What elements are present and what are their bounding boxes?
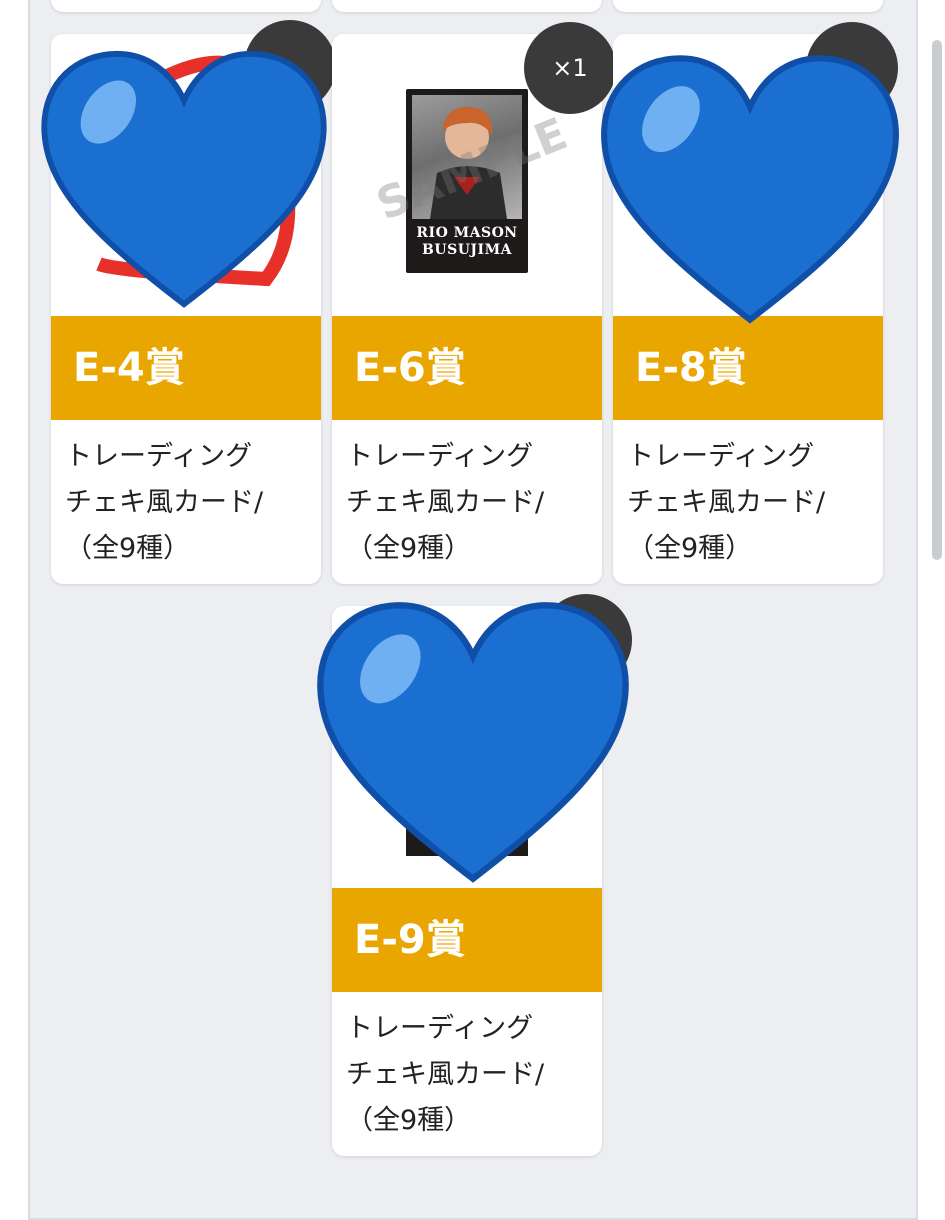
prize-description: トレーディング チェキ風カード/ （全9種） bbox=[346, 1013, 545, 1136]
blue-heart-icon bbox=[41, 50, 327, 308]
card-stub bbox=[51, 0, 321, 12]
card-stub bbox=[613, 0, 883, 12]
prize-label: E-4賞 bbox=[51, 316, 321, 420]
scrollbar[interactable] bbox=[932, 40, 942, 560]
prize-label: E-6賞 bbox=[332, 316, 602, 420]
prize-description: トレーディング チェキ風カード/ （全9種） bbox=[627, 441, 826, 564]
prize-label: E-8賞 bbox=[613, 316, 883, 420]
blue-heart-icon bbox=[317, 602, 629, 883]
prize-description: トレーディング チェキ風カード/ （全9種） bbox=[65, 441, 264, 564]
blue-heart-icon bbox=[601, 55, 899, 324]
photo-caption: RIO MASON BUSUJIMA bbox=[416, 225, 518, 258]
prize-label: E-9賞 bbox=[332, 888, 602, 992]
card-stub bbox=[332, 0, 602, 12]
prize-card-e6[interactable]: RIO MASON BUSUJIMA SAMPLE E-6賞 トレーディング チ… bbox=[332, 34, 602, 584]
prize-description: トレーディング チェキ風カード/ （全9種） bbox=[346, 441, 545, 564]
